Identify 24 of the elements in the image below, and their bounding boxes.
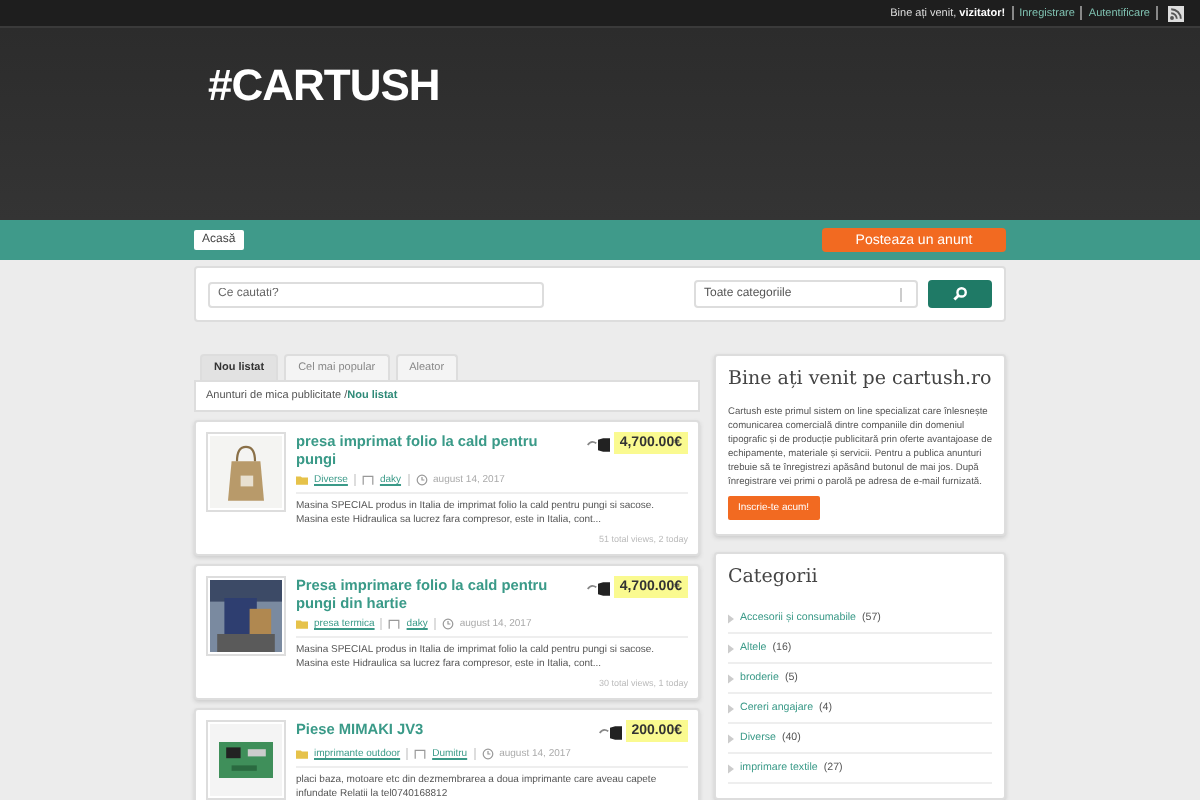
folder-icon [296, 618, 308, 630]
ad-thumbnail[interactable] [206, 432, 286, 512]
folder-icon [296, 474, 308, 486]
bullet-icon [728, 763, 734, 773]
search-button[interactable] [928, 280, 992, 308]
panel-title: Categorii [728, 566, 820, 592]
bullet-icon [728, 613, 734, 623]
bullet-icon [728, 673, 734, 683]
bullet-icon [728, 703, 734, 713]
folder-icon [296, 748, 308, 760]
ad-thumbnail[interactable] [206, 720, 286, 800]
clock-icon [441, 618, 454, 630]
price-tag-icon [597, 724, 622, 742]
clock-icon [481, 748, 494, 760]
search-icon [952, 286, 968, 302]
price-tag-icon [585, 436, 610, 454]
bullet-icon [728, 733, 734, 743]
price-tag-icon [585, 580, 610, 598]
site-logo[interactable]: #CARTUSH [208, 60, 440, 112]
bullet-icon [728, 643, 734, 653]
panel-title: Bine ați venit pe cartush.ro [728, 368, 992, 394]
rss-icon[interactable] [1168, 5, 1184, 21]
clock-icon [415, 474, 428, 486]
ad-thumbnail[interactable] [206, 576, 286, 656]
